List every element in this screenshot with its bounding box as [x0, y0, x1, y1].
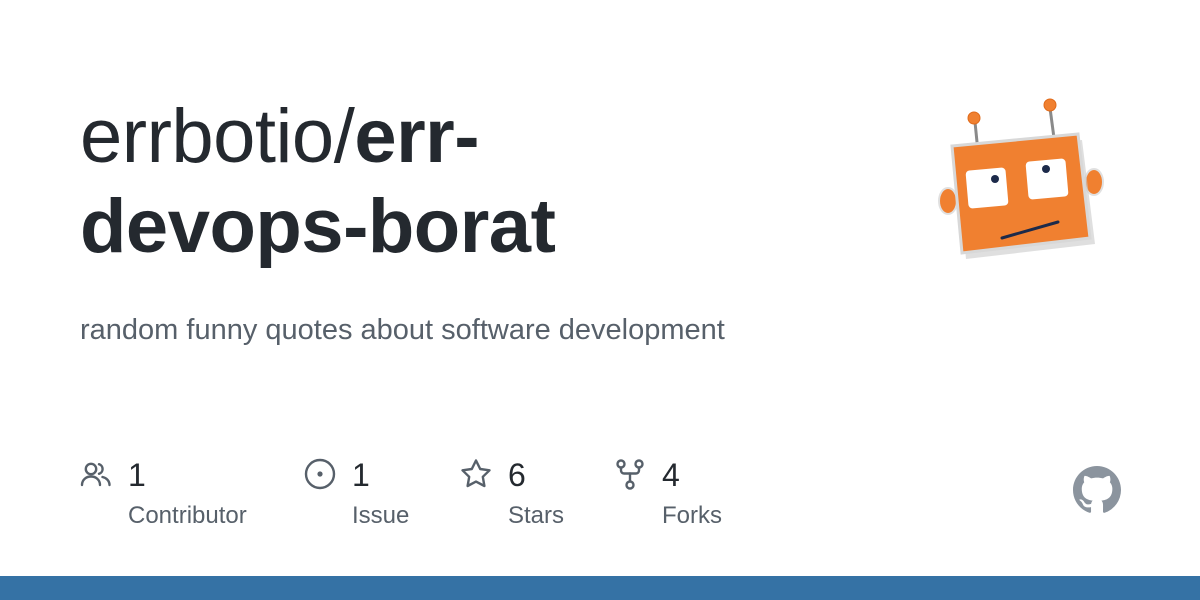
- repo-name-part1: err-: [354, 94, 480, 179]
- contributors-label: Contributor: [128, 502, 247, 529]
- repo-name-part2: devops-borat: [80, 184, 556, 269]
- repo-title: errbotio/err- devops-borat: [80, 92, 900, 272]
- stars-label: Stars: [508, 502, 565, 529]
- stars-count: 6: [508, 457, 526, 493]
- language-bar: [0, 576, 1200, 600]
- issue-icon: [304, 458, 336, 490]
- forks-count: 4: [662, 457, 680, 493]
- repo-owner: errbotio/: [80, 94, 355, 179]
- people-icon: [80, 462, 111, 487]
- forks-stat[interactable]: 4 Forks: [614, 456, 754, 536]
- repo-description: random funny quotes about software devel…: [80, 314, 725, 346]
- star-icon: [461, 459, 491, 488]
- robot-avatar: [938, 98, 1104, 259]
- issues-stat[interactable]: 1 Issue: [304, 456, 444, 536]
- contributors-stat[interactable]: 1 Contributor: [80, 456, 280, 536]
- issues-label: Issue: [352, 502, 410, 529]
- contributors-count: 1: [128, 457, 146, 493]
- fork-icon: [616, 459, 644, 490]
- stars-stat[interactable]: 6 Stars: [460, 456, 600, 536]
- forks-label: Forks: [662, 502, 722, 529]
- issues-count: 1: [352, 457, 370, 493]
- github-mark-icon[interactable]: [1073, 466, 1121, 514]
